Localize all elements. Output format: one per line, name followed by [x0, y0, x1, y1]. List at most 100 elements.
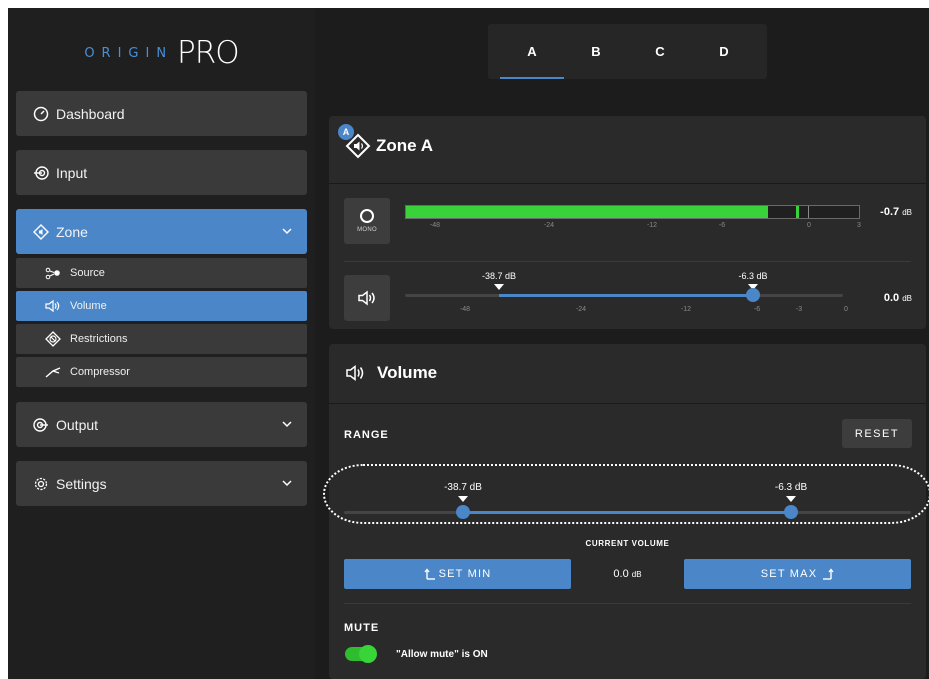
sidebar-subitem-volume[interactable]: Volume: [16, 291, 307, 321]
set-max-button[interactable]: SET MAX: [684, 559, 911, 589]
sidebar-item-label: Settings: [56, 475, 107, 492]
tab-a[interactable]: A: [500, 24, 564, 79]
range-tick-label: 0: [844, 306, 848, 313]
zone-max-label: -6.3 dB: [738, 271, 768, 281]
chevron-down-icon: [282, 228, 292, 235]
sidebar-item-dashboard[interactable]: Dashboard: [16, 91, 307, 136]
zone-volume-value: 0.0: [883, 292, 900, 304]
source-nodes-icon: [44, 265, 62, 281]
sidebar-item-settings[interactable]: Settings: [16, 461, 307, 506]
output-icon: [32, 416, 50, 434]
range-min-label: -38.7 dB: [444, 482, 482, 493]
sidebar-item-output[interactable]: Output: [16, 402, 307, 447]
toggle-knob: [359, 645, 377, 663]
current-volume-value: 0.0: [613, 568, 629, 580]
range-label: RANGE: [344, 429, 389, 441]
zone-tabs: A B C D: [488, 24, 767, 79]
sidebar-item-label: Input: [56, 164, 88, 181]
tab-c[interactable]: C: [628, 24, 692, 79]
subitem-label: Source: [70, 267, 105, 279]
range-tick-label: -12: [680, 306, 692, 313]
arrow-up-left-icon: [424, 568, 435, 580]
logo-word: ORIGIN: [84, 45, 174, 61]
allow-mute-status: "Allow mute" is ON: [396, 649, 488, 660]
zone-volume-knob[interactable]: [746, 288, 760, 302]
set-min-button[interactable]: SET MIN: [344, 559, 571, 589]
divider: [329, 403, 926, 404]
speaker-volume-icon: [44, 298, 62, 314]
zone-volume-range: [499, 294, 753, 297]
gear-icon: [32, 475, 50, 493]
meter-zero-mark: [808, 206, 809, 218]
current-volume-readout: 0.0 dB: [571, 568, 684, 580]
range-max-knob[interactable]: [784, 505, 798, 519]
set-min-label: SET MIN: [438, 568, 492, 580]
range-slider-highlight: [323, 464, 929, 524]
tab-b[interactable]: B: [564, 24, 628, 79]
subitem-label: Volume: [70, 300, 107, 312]
level-meter-peak: [795, 206, 799, 218]
zone-title-row: Zone A: [345, 133, 433, 159]
sidebar-subitem-compressor[interactable]: Compressor: [16, 357, 307, 387]
dashboard-gauge-icon: [32, 105, 50, 123]
level-meter: [405, 205, 860, 219]
level-meter-fill: [406, 206, 769, 218]
origin-pro-logo: ORIGIN PRO: [8, 28, 315, 78]
speaker-volume-icon: [346, 364, 364, 382]
sidebar-item-label: Zone: [56, 223, 88, 240]
mute-label: MUTE: [344, 622, 380, 634]
range-min-knob[interactable]: [456, 505, 470, 519]
meter-readout: -0.7 dB: [880, 206, 912, 218]
range-slider-range: [463, 511, 791, 514]
sidebar-subitem-source[interactable]: Source: [16, 258, 307, 288]
restrictions-icon: [44, 331, 62, 347]
chevron-down-icon: [282, 480, 292, 487]
sidebar-subitem-restrictions[interactable]: Restrictions: [16, 324, 307, 354]
app-frame: ORIGIN PRO Dashboard Input Zone Source V…: [8, 8, 929, 679]
meter-tick-label: -24: [543, 222, 555, 229]
tab-d[interactable]: D: [692, 24, 756, 79]
divider: [344, 603, 911, 604]
sidebar-item-label: Dashboard: [56, 105, 125, 122]
mono-label: MONO: [357, 227, 377, 233]
current-volume-label: CURRENT VOLUME: [585, 539, 670, 548]
range-tick-label: -48: [459, 306, 471, 313]
volume-title: Volume: [377, 363, 438, 382]
chevron-down-icon: [282, 421, 292, 428]
zone-min-marker: [494, 284, 504, 290]
zone-speaker-icon: [32, 223, 50, 241]
sidebar: ORIGIN PRO Dashboard Input Zone Source V…: [8, 8, 315, 679]
volume-button[interactable]: [344, 275, 390, 321]
range-tick-label: -6: [753, 306, 761, 313]
meter-tick-label: 3: [857, 222, 861, 229]
arrow-up-right-icon: [823, 568, 834, 580]
sidebar-item-label: Output: [56, 416, 99, 433]
mono-button[interactable]: MONO: [344, 198, 390, 244]
range-max-marker: [786, 496, 796, 502]
sidebar-item-input[interactable]: Input: [16, 150, 307, 195]
meter-tick-label: -48: [429, 222, 441, 229]
meter-tick-label: -6: [718, 222, 726, 229]
meter-readout-unit: dB: [902, 208, 912, 217]
meter-tick-label: -12: [646, 222, 658, 229]
divider: [329, 183, 926, 184]
range-min-marker: [458, 496, 468, 502]
mono-circle-icon: [360, 209, 374, 223]
zone-min-label: -38.7 dB: [481, 271, 517, 281]
current-volume-unit: dB: [631, 570, 642, 579]
volume-panel: Volume RANGE RESET -38.7 dB -6.3 dB CURR…: [323, 344, 929, 679]
zone-title: Zone A: [376, 136, 433, 155]
divider: [344, 261, 911, 262]
subitem-label: Restrictions: [70, 333, 128, 345]
zone-badge: A: [338, 124, 354, 140]
subitem-label: Compressor: [70, 366, 130, 378]
sidebar-item-zone[interactable]: Zone: [16, 209, 307, 254]
reset-button[interactable]: RESET: [842, 419, 912, 448]
input-icon: [32, 164, 50, 182]
logo-pro: PRO: [177, 35, 240, 71]
zone-volume-unit: dB: [902, 294, 912, 303]
allow-mute-toggle[interactable]: [345, 645, 377, 663]
zone-volume-readout: 0.0 dB: [884, 292, 912, 304]
speaker-volume-icon: [358, 290, 375, 306]
set-max-label: SET MAX: [760, 568, 818, 580]
